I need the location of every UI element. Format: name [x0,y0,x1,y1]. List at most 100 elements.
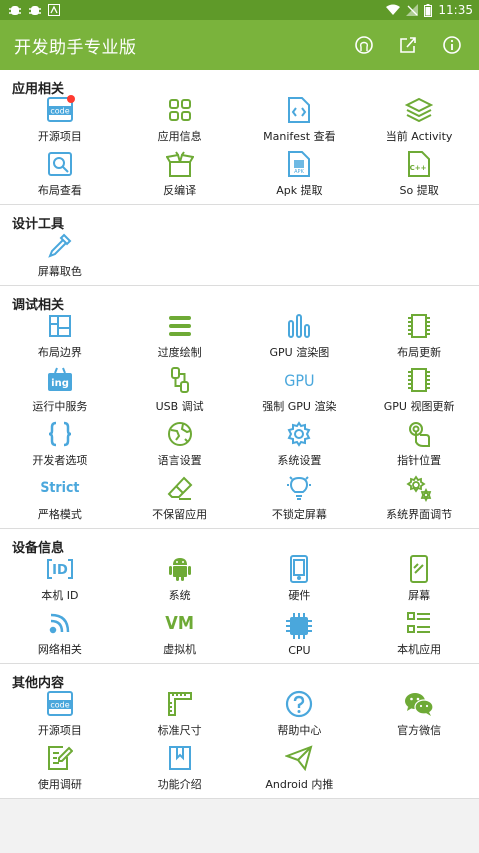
tool-label: 不保留应用 [152,508,208,521]
svg-text:APK: APK [295,169,305,175]
tool-item[interactable]: 开发者选项 [0,418,120,472]
info-icon[interactable] [441,34,463,56]
bookmark-icon [165,743,195,773]
tool-label: 帮助中心 [277,724,322,737]
box-open-icon [165,149,195,179]
tool-item[interactable]: 布局查看 [0,148,120,202]
tool-label: Apk 提取 [276,184,323,197]
app-list-icon [404,608,434,638]
section-1: 设计工具屏幕取色 [0,205,479,286]
tool-item[interactable]: Strict 严格模式 [0,472,120,526]
tool-item[interactable]: USB 调试 [120,364,240,418]
tool-item[interactable]: ID 本机 ID [0,553,120,607]
tool-item[interactable]: 网络相关 [0,607,120,661]
tool-item[interactable]: CPU [240,607,360,661]
section-2: 调试相关 布局边界 过度绘制 GPU 渲染图 布局更新 ing 运行中服务 USB 调试 GPU… [0,286,479,529]
tool-item[interactable]: ing 运行中服务 [0,364,120,418]
tool-item[interactable]: code 开源项目 [0,94,120,148]
tool-item[interactable]: 不保留应用 [120,472,240,526]
section-0: 应用相关 code 开源项目 应用信息 Manifest 查看 当前 Activity 布局… [0,70,479,205]
app-title: 开发助手专业版 [14,37,137,58]
strict-text-icon: Strict [40,480,80,496]
braces-icon [45,419,75,449]
tool-item[interactable]: 布局更新 [359,310,479,364]
tool-label: 应用信息 [157,130,202,143]
tool-label: 不锁定屏幕 [271,508,327,521]
app-bar: 开发助手专业版 [0,20,479,70]
tool-item[interactable]: 系统界面调节 [359,472,479,526]
tool-item[interactable]: 过度绘制 [120,310,240,364]
gpu-text-icon: GPU [284,370,315,390]
tool-label: 屏幕取色 [37,265,82,278]
vm-text-icon: VM [165,612,194,634]
apk-file-icon: APK [284,149,314,179]
tool-label: 系统设置 [277,454,322,467]
tool-label: 硬件 [288,589,311,602]
tool-item[interactable]: 使用调研 [0,742,120,796]
section-title: 设备信息 [12,541,65,556]
tool-label: 布局查看 [37,184,82,197]
tool-item[interactable]: C++ So 提取 [359,148,479,202]
id-icon: ID [45,554,75,584]
tool-item[interactable]: code 开源项目 [0,688,120,742]
tool-item[interactable]: 屏幕取色 [0,229,120,283]
chip-outline-green-icon [404,365,434,395]
tool-grid: code 开源项目 标准尺寸 帮助中心 官方微信使用调研 功能介绍 Android 内推 [0,688,479,796]
code-icon: code [45,95,75,125]
share-icon[interactable] [397,34,419,56]
section-title: 调试相关 [12,298,65,313]
tool-label: Manifest 查看 [263,130,336,143]
section-title: 设计工具 [12,217,65,232]
tool-item[interactable]: 本机应用 [359,607,479,661]
tool-item[interactable]: GPU 强制 GPU 渲染 [240,364,360,418]
tool-label: 官方微信 [397,724,442,737]
tool-label: GPU 视图更新 [383,400,455,413]
tool-item[interactable]: Manifest 查看 [240,94,360,148]
github-icon[interactable] [353,34,375,56]
tool-label: 运行中服务 [32,400,88,413]
usb-icon [165,365,195,395]
globe-icon [165,419,195,449]
tool-item[interactable]: 当前 Activity [359,94,479,148]
bug-notification-icon [28,3,42,17]
tool-label: So 提取 [399,184,439,197]
tool-item[interactable]: Android 内推 [240,742,360,796]
tool-item[interactable]: 帮助中心 [240,688,360,742]
tool-item[interactable]: 不锁定屏幕 [240,472,360,526]
gear-icon [284,419,314,449]
tool-item[interactable]: 系统设置 [240,418,360,472]
bar-chart-icon [284,311,314,341]
tool-item[interactable]: APK Apk 提取 [240,148,360,202]
tool-label: 本机 ID [41,589,79,602]
tool-label: 系统 [168,589,191,602]
svg-text:code: code [50,107,69,116]
send-icon [284,743,314,773]
tool-item[interactable]: 反编译 [120,148,240,202]
tool-item[interactable]: GPU 渲染图 [240,310,360,364]
tool-item[interactable]: 系统 [120,553,240,607]
tool-label: 开源项目 [37,724,82,737]
signal-off-icon [406,4,419,16]
tool-item[interactable]: GPU 视图更新 [359,364,479,418]
tool-item[interactable]: 应用信息 [120,94,240,148]
tool-label: 指针位置 [397,454,442,467]
notification-dot [66,95,75,103]
tool-item[interactable]: 语言设置 [120,418,240,472]
tool-label: GPU 渲染图 [269,346,330,359]
tool-item[interactable]: 指针位置 [359,418,479,472]
tool-item[interactable]: 屏幕 [359,553,479,607]
tool-grid: 屏幕取色 [0,229,479,283]
tool-item[interactable]: 硬件 [240,553,360,607]
tool-label: 严格模式 [37,508,82,521]
tool-item[interactable]: 布局边界 [0,310,120,364]
wechat-icon [404,689,434,719]
tool-grid: 布局边界 过度绘制 GPU 渲染图 布局更新 ing 运行中服务 USB 调试 GPU 强制 G… [0,310,479,526]
tool-item[interactable]: 官方微信 [359,688,479,742]
section-title: 应用相关 [12,82,65,97]
tool-item[interactable]: 功能介绍 [120,742,240,796]
tool-label: 屏幕 [408,589,431,602]
tool-item[interactable]: 标准尺寸 [120,688,240,742]
battery-icon [424,3,433,17]
tool-item[interactable]: VM 虚拟机 [120,607,240,661]
tool-grid: code 开源项目 应用信息 Manifest 查看 当前 Activity 布局查看 反编… [0,94,479,202]
